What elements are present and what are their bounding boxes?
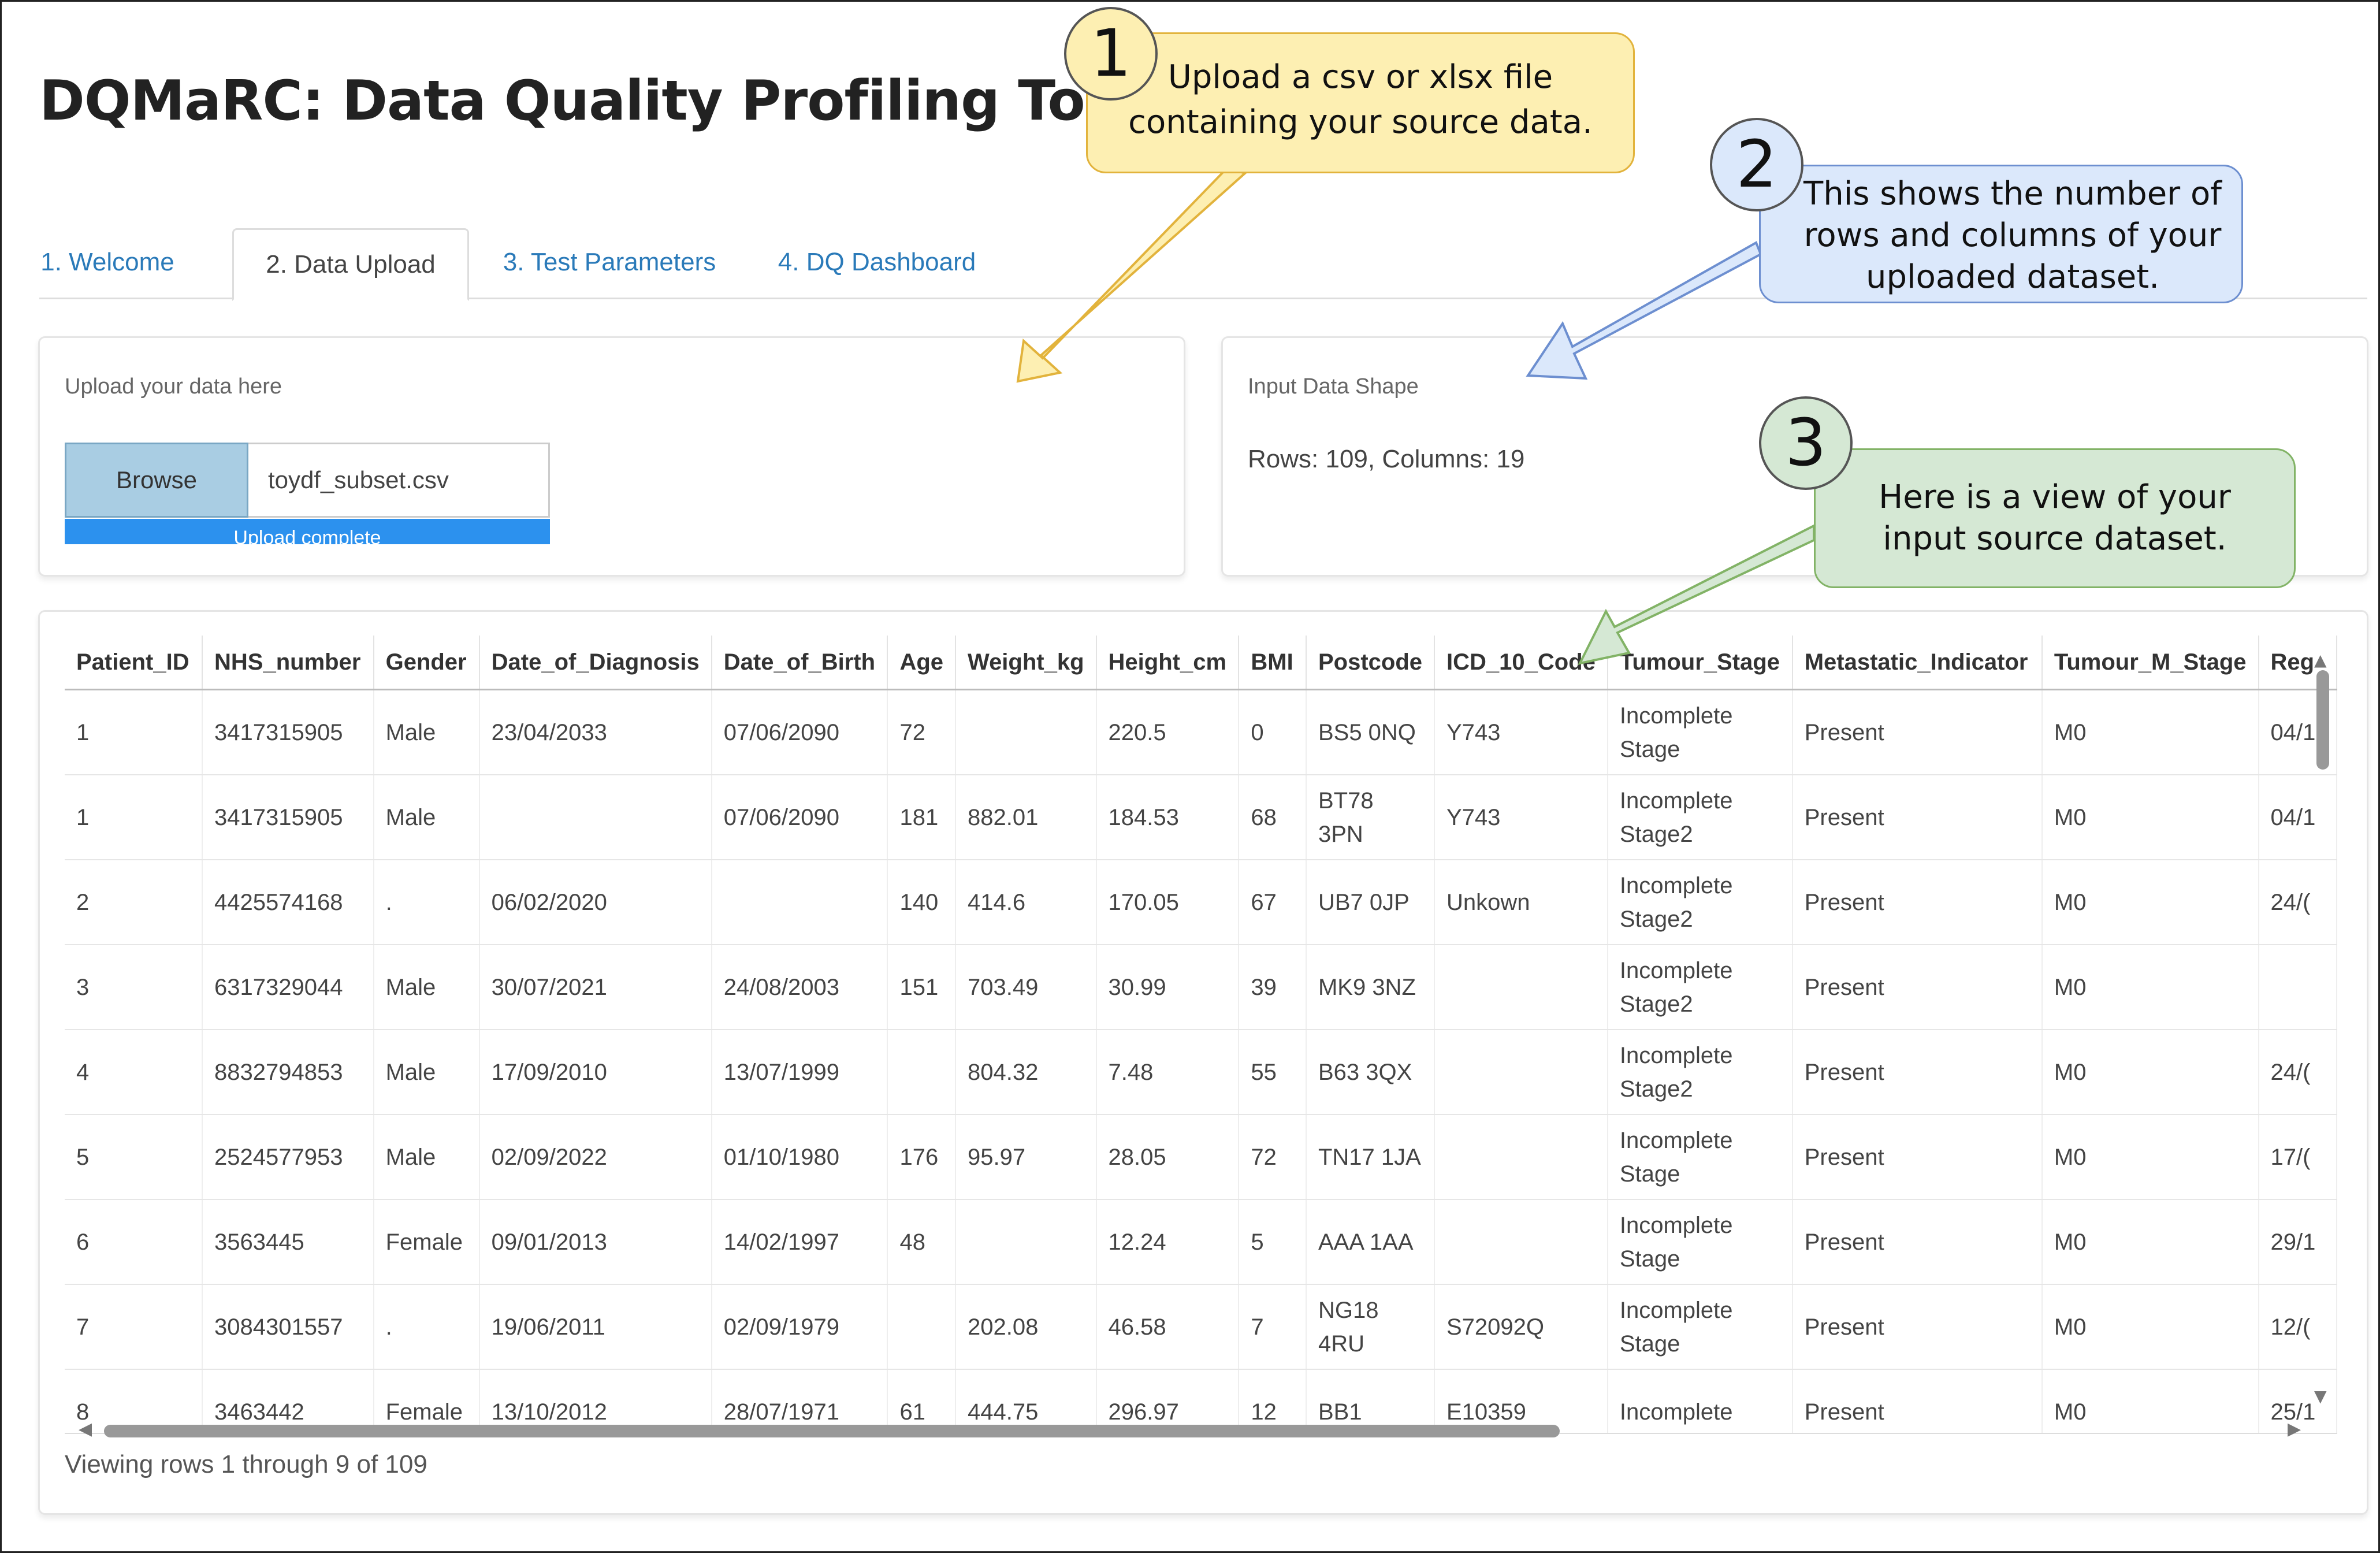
callout-3: Here is a view of your input source data…	[1814, 448, 2296, 588]
callout-3-arrow	[1578, 523, 1815, 665]
callout-2-arrow	[1526, 241, 1762, 380]
callout-2-badge: 2	[1710, 118, 1803, 211]
callout-1: Upload a csv or xlsx file containing you…	[1086, 32, 1635, 173]
callout-2: This shows the number of rows and column…	[1759, 165, 2243, 303]
callout-1-arrow	[1016, 166, 1247, 383]
callout-1-badge: 1	[1064, 7, 1158, 101]
callout-3-badge: 3	[1759, 396, 1853, 490]
